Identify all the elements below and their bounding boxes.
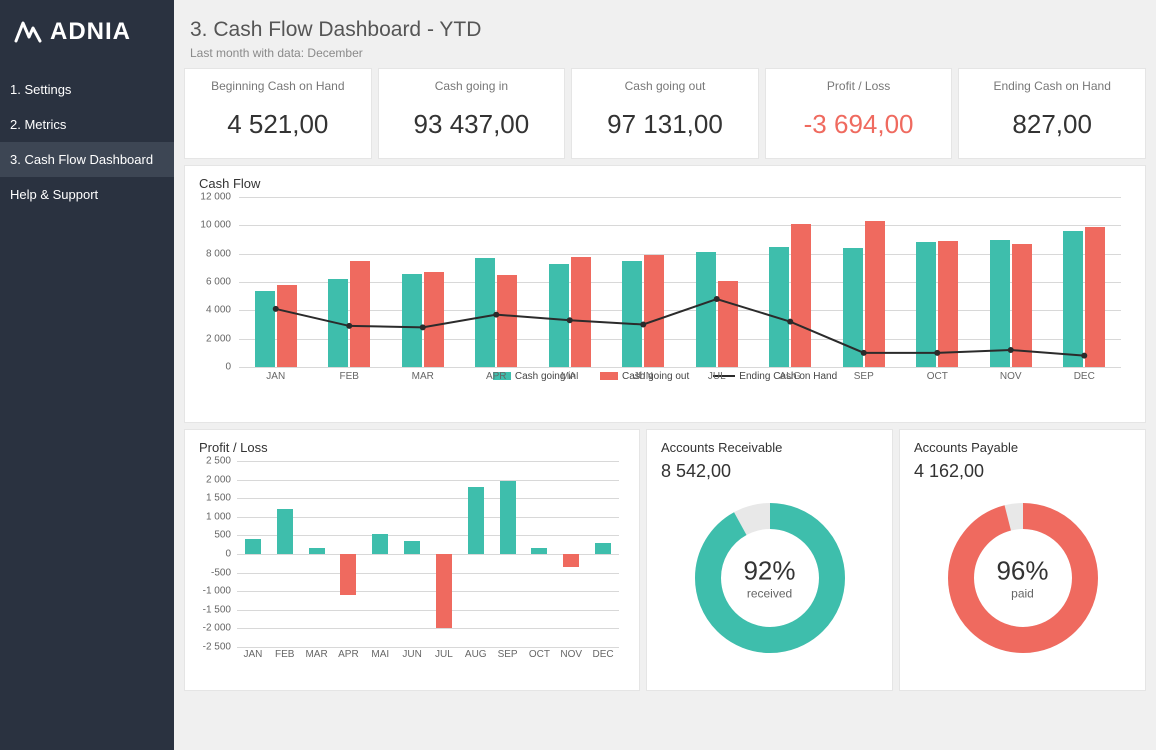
receivable-donut: 92% received (690, 498, 850, 658)
kpi-label: Cash going in (387, 79, 557, 93)
kpi-card-3: Profit / Loss -3 694,00 (765, 68, 953, 159)
legend-item-ending: Ending Cash on Hand (713, 371, 837, 382)
bottom-row: Profit / Loss -2 500-2 000-1 500-1 000-5… (184, 429, 1146, 691)
profitloss-chart: -2 500-2 000-1 500-1 000-50005001 0001 5… (237, 461, 619, 647)
kpi-value: 93 437,00 (387, 109, 557, 140)
brand-logo: ADNIA (0, 0, 174, 72)
sidebar-item-3[interactable]: Help & Support (0, 177, 174, 212)
page-subtitle: Last month with data: December (190, 46, 1146, 60)
sidebar-item-0[interactable]: 1. Settings (0, 72, 174, 107)
receivable-sub: received (743, 587, 795, 601)
page-title: 3. Cash Flow Dashboard - YTD (190, 18, 1146, 42)
kpi-label: Profit / Loss (774, 79, 944, 93)
kpi-value: -3 694,00 (774, 109, 944, 140)
cashflow-title: Cash Flow (199, 176, 1131, 191)
profitloss-panel: Profit / Loss -2 500-2 000-1 500-1 000-5… (184, 429, 640, 691)
payable-value: 4 162,00 (914, 461, 1131, 482)
main: 3. Cash Flow Dashboard - YTD Last month … (174, 0, 1156, 750)
payable-sub: paid (996, 587, 1048, 601)
payable-panel: Accounts Payable 4 162,00 96% paid (899, 429, 1146, 691)
kpi-card-2: Cash going out 97 131,00 (571, 68, 759, 159)
kpi-value: 4 521,00 (193, 109, 363, 140)
kpi-value: 827,00 (967, 109, 1137, 140)
app-root: ADNIA 1. Settings2. Metrics3. Cash Flow … (0, 0, 1156, 750)
sidebar-item-1[interactable]: 2. Metrics (0, 107, 174, 142)
logo-icon (14, 21, 42, 43)
receivable-title: Accounts Receivable (661, 440, 878, 455)
brand-text: ADNIA (50, 18, 131, 46)
payable-pct: 96% (996, 556, 1048, 587)
cashflow-panel: Cash Flow 02 0004 0006 0008 00010 00012 … (184, 165, 1146, 423)
kpi-label: Cash going out (580, 79, 750, 93)
receivable-value: 8 542,00 (661, 461, 878, 482)
payable-title: Accounts Payable (914, 440, 1131, 455)
kpi-card-1: Cash going in 93 437,00 (378, 68, 566, 159)
kpi-row: Beginning Cash on Hand 4 521,00 Cash going… (184, 68, 1146, 159)
kpi-label: Beginning Cash on Hand (193, 79, 363, 93)
sidebar: ADNIA 1. Settings2. Metrics3. Cash Flow … (0, 0, 174, 750)
cashflow-chart: 02 0004 0006 0008 00010 00012 000JANFEBM… (239, 197, 1121, 367)
receivable-panel: Accounts Receivable 8 542,00 92% receive… (646, 429, 893, 691)
sidebar-item-2[interactable]: 3. Cash Flow Dashboard (0, 142, 174, 177)
payable-donut: 96% paid (943, 498, 1103, 658)
kpi-value: 97 131,00 (580, 109, 750, 140)
receivable-pct: 92% (743, 556, 795, 587)
kpi-label: Ending Cash on Hand (967, 79, 1137, 93)
kpi-card-0: Beginning Cash on Hand 4 521,00 (184, 68, 372, 159)
kpi-card-4: Ending Cash on Hand 827,00 (958, 68, 1146, 159)
profitloss-title: Profit / Loss (199, 440, 625, 455)
